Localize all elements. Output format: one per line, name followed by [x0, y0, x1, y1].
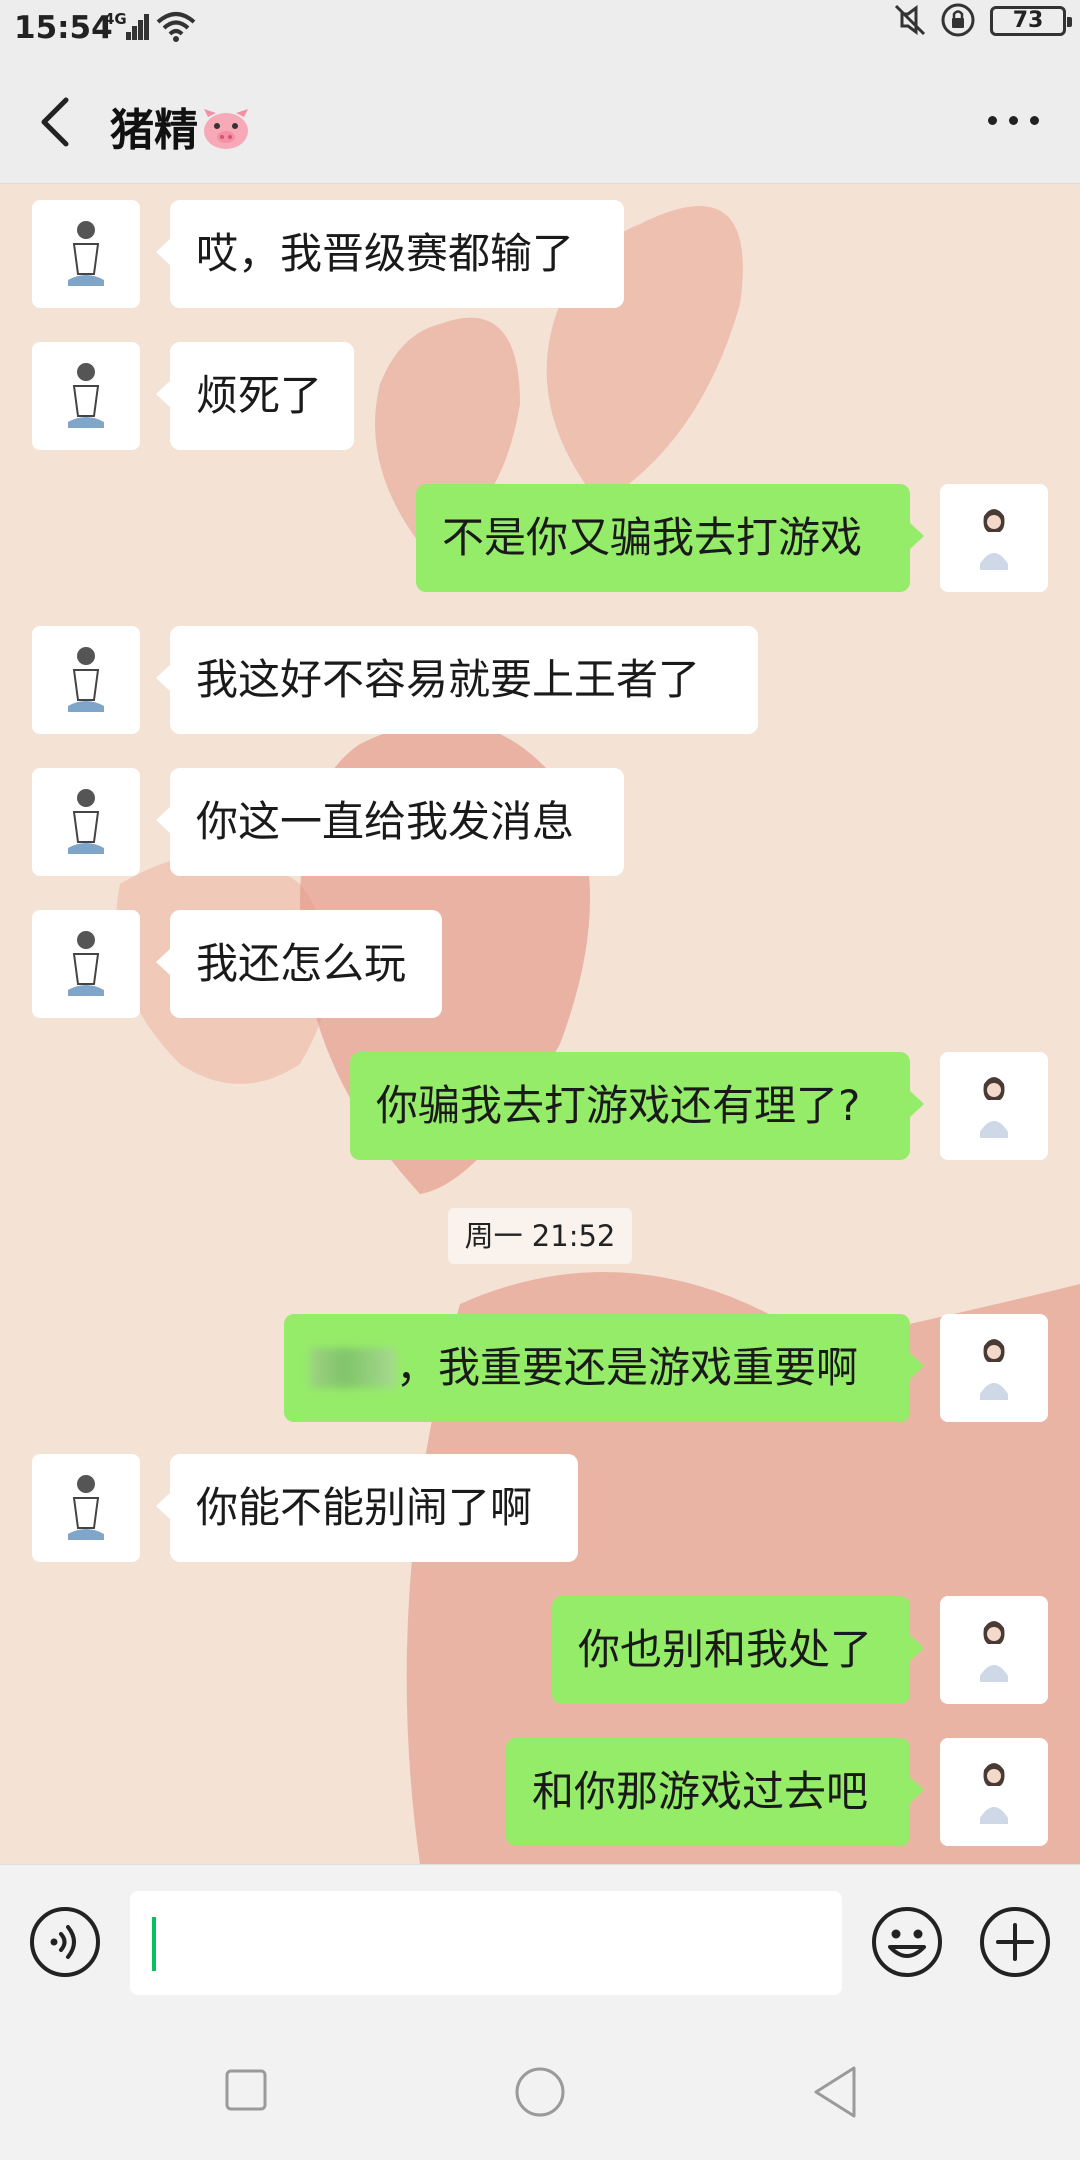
status-bar: 15:54 4G 73: [0, 0, 1080, 58]
contact-avatar[interactable]: [32, 626, 140, 734]
sent-message[interactable]: ，我重要还是游戏重要啊: [284, 1314, 924, 1422]
received-message[interactable]: 我这好不容易就要上王者了: [156, 626, 758, 734]
add-more-button[interactable]: [978, 1905, 1052, 1979]
my-avatar[interactable]: [940, 1738, 1048, 1846]
network-type: 4G: [104, 10, 127, 28]
voice-input-button[interactable]: [28, 1905, 102, 1979]
message-input[interactable]: [130, 1891, 842, 1995]
signal-icon: [126, 12, 150, 40]
mute-icon: [894, 4, 926, 36]
sent-message[interactable]: 不是你又骗我去打游戏: [416, 484, 924, 592]
received-message[interactable]: 哎，我晋级赛都输了: [156, 200, 624, 308]
my-avatar[interactable]: [940, 484, 1048, 592]
more-options-button[interactable]: [986, 106, 1042, 134]
home-button[interactable]: [514, 2066, 566, 2118]
text-cursor: [152, 1917, 156, 1971]
chat-area[interactable]: 哎，我晋级赛都输了 烦死了 不是你又骗我去打游戏 我这好不容易就要上王者了 你这…: [0, 184, 1080, 1864]
pig-face-icon: [204, 109, 248, 149]
status-time: 15:54: [14, 10, 113, 46]
system-back-button[interactable]: [810, 2064, 860, 2120]
input-bar: [0, 1864, 1080, 2014]
chat-title: 猪精: [110, 94, 252, 158]
my-avatar[interactable]: [940, 1052, 1048, 1160]
sent-message[interactable]: 你也别和我处了: [552, 1596, 924, 1704]
back-button[interactable]: [34, 92, 78, 152]
wifi-icon: [156, 12, 196, 42]
rotation-lock-icon: [941, 3, 975, 37]
redacted-name: [310, 1348, 396, 1388]
my-avatar[interactable]: [940, 1596, 1048, 1704]
chat-header: 猪精: [0, 58, 1080, 184]
message-timestamp: 周一 21:52: [448, 1208, 632, 1264]
sent-message[interactable]: 和你那游戏过去吧: [506, 1738, 924, 1846]
sent-message-text: ，我重要还是游戏重要啊: [396, 1343, 859, 1392]
contact-avatar[interactable]: [32, 910, 140, 1018]
battery-indicator: 73: [990, 6, 1072, 36]
system-nav-bar: [0, 2014, 1080, 2160]
received-message[interactable]: 你能不能别闹了啊: [156, 1454, 578, 1562]
sent-message[interactable]: 你骗我去打游戏还有理了?: [350, 1052, 924, 1160]
contact-avatar[interactable]: [32, 200, 140, 308]
recent-apps-button[interactable]: [224, 2068, 268, 2112]
emoji-button[interactable]: [870, 1905, 944, 1979]
received-message[interactable]: 我还怎么玩: [156, 910, 442, 1018]
contact-name: 猪精: [110, 105, 198, 156]
contact-avatar[interactable]: [32, 1454, 140, 1562]
heart-background-art: [116, 206, 1080, 1864]
my-avatar[interactable]: [940, 1314, 1048, 1422]
received-message[interactable]: 烦死了: [156, 342, 354, 450]
contact-avatar[interactable]: [32, 768, 140, 876]
received-message[interactable]: 你这一直给我发消息: [156, 768, 624, 876]
contact-avatar[interactable]: [32, 342, 140, 450]
